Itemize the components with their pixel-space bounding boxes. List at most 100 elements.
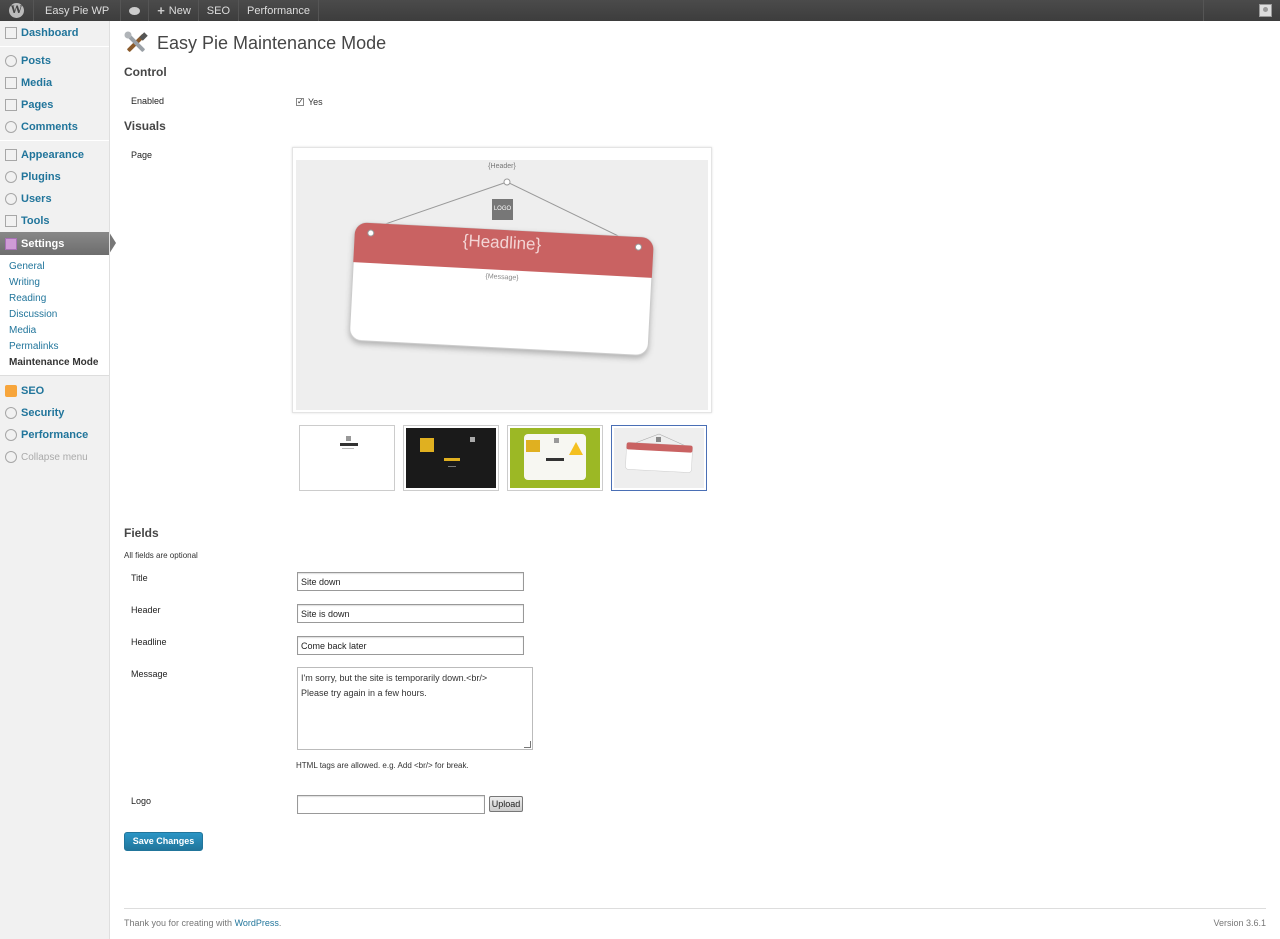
plus-icon: + [157, 3, 165, 18]
enabled-checkbox-row: ✓ Yes [296, 97, 323, 107]
comments-link[interactable] [121, 0, 150, 21]
enabled-checkbox[interactable]: ✓ [296, 98, 304, 106]
header-input[interactable] [297, 604, 524, 623]
sidebar-item-appearance[interactable]: Appearance [0, 144, 109, 166]
sidebar-item-label: Appearance [21, 149, 84, 161]
theme-thumbnail-dark[interactable] [403, 425, 499, 491]
save-changes-button[interactable]: Save Changes [124, 832, 203, 851]
shield-icon [5, 407, 17, 419]
theme-thumbnails [299, 425, 715, 491]
theme-thumbnail-hanging-sign[interactable] [611, 425, 707, 491]
preview-logo-text: LOGO [493, 206, 512, 212]
pin-icon [5, 55, 17, 67]
sidebar-item-label: Performance [21, 429, 89, 441]
header-label: Header [131, 605, 161, 615]
media-icon [5, 77, 17, 89]
fields-optional-note: All fields are optional [124, 551, 198, 560]
sidebar-item-label: Media [21, 77, 53, 89]
submenu-item-writing[interactable]: Writing [0, 275, 109, 291]
comment-bubble-icon [129, 6, 141, 15]
visuals-heading: Visuals [124, 119, 166, 133]
control-heading: Control [124, 65, 167, 79]
enabled-checkbox-label: Yes [308, 97, 323, 107]
collapse-menu-label: Collapse menu [21, 451, 88, 463]
logo-label: Logo [131, 796, 152, 806]
tools-icon [124, 31, 148, 55]
wordpress-logo-menu[interactable]: W [0, 0, 34, 21]
submenu-item-maintenance-mode[interactable]: Maintenance Mode [0, 355, 109, 371]
settings-submenu: General Writing Reading Discussion Media… [0, 255, 109, 376]
page-label: Page [131, 150, 153, 160]
menu-separator [0, 140, 109, 141]
dashboard-icon [5, 27, 17, 39]
menu-separator [0, 46, 109, 47]
admin-sidebar: Dashboard Posts Media Pages Comments App… [0, 21, 116, 939]
submenu-item-reading[interactable]: Reading [0, 291, 109, 307]
plug-icon [5, 171, 17, 183]
sidebar-item-label: Settings [21, 237, 65, 250]
new-content-menu[interactable]: + New [149, 0, 199, 21]
sidebar-item-dashboard[interactable]: Dashboard [0, 22, 109, 44]
account-menu[interactable] [1203, 0, 1280, 21]
message-textarea[interactable]: I'm sorry, but the site is temporarily d… [297, 667, 533, 750]
avatar [1259, 4, 1272, 17]
theme-thumbnail-minimal-image [302, 428, 392, 488]
sidebar-item-comments[interactable]: Comments [0, 116, 109, 138]
sidebar-item-tools[interactable]: Tools [0, 210, 109, 232]
footer: Thank you for creating with WordPress. V… [124, 908, 1266, 928]
preview-canvas: {Header} LOGO {Headline} {Message} [296, 160, 708, 410]
enabled-label: Enabled [131, 96, 165, 106]
message-hint: HTML tags are allowed. e.g. Add <br/> fo… [296, 761, 469, 770]
upload-button[interactable]: Upload [489, 796, 523, 812]
submenu-item-media[interactable]: Media [0, 323, 109, 339]
admin-bar: W Easy Pie WP + New SEO Performance [0, 0, 1280, 21]
seo-icon [5, 385, 17, 397]
sidebar-item-plugins[interactable]: Plugins [0, 166, 109, 188]
footer-thanks-suffix: . [278, 918, 282, 928]
sidebar-item-label: Tools [21, 215, 50, 227]
appearance-icon [5, 149, 17, 161]
tools-icon [5, 215, 17, 227]
performance-menu[interactable]: Performance [239, 0, 320, 21]
sidebar-item-pages[interactable]: Pages [0, 94, 109, 116]
sidebar-item-label: Comments [21, 121, 78, 133]
theme-thumbnail-green-image [510, 428, 600, 488]
page-header: Easy Pie Maintenance Mode [124, 31, 386, 55]
site-name-link[interactable]: Easy Pie WP [34, 0, 122, 21]
footer-thanks: Thank you for creating with WordPress. [124, 918, 281, 928]
message-label: Message [131, 669, 168, 679]
theme-thumbnail-green[interactable] [507, 425, 603, 491]
seo-menu[interactable]: SEO [199, 0, 240, 21]
sidebar-item-security[interactable]: Security [0, 402, 109, 424]
title-label: Title [131, 573, 148, 583]
submenu-item-discussion[interactable]: Discussion [0, 307, 109, 323]
footer-thanks-prefix: Thank you for creating with [124, 918, 235, 928]
page-title: Easy Pie Maintenance Mode [157, 32, 387, 53]
theme-thumbnail-minimal[interactable] [299, 425, 395, 491]
sidebar-item-label: Pages [21, 99, 54, 111]
wordpress-logo-icon: W [9, 3, 24, 18]
sidebar-item-settings[interactable]: Settings [0, 232, 116, 255]
collapse-menu-button[interactable]: Collapse menu [0, 446, 109, 468]
sidebar-item-label: Users [21, 193, 52, 205]
logo-url-input[interactable] [297, 795, 485, 814]
preview-header-text: {Header} [488, 163, 516, 170]
sidebar-item-performance[interactable]: Performance [0, 424, 109, 446]
sidebar-item-users[interactable]: Users [0, 188, 109, 210]
new-label: New [168, 4, 191, 17]
sidebar-item-seo[interactable]: SEO [0, 380, 109, 402]
wordpress-link[interactable]: WordPress [235, 918, 279, 928]
sidebar-item-posts[interactable]: Posts [0, 50, 109, 72]
pages-icon [5, 99, 17, 111]
sidebar-item-label: Plugins [21, 171, 61, 183]
headline-label: Headline [131, 637, 167, 647]
collapse-arrow-icon [5, 451, 17, 463]
headline-input[interactable] [297, 636, 524, 655]
submenu-item-permalinks[interactable]: Permalinks [0, 339, 109, 355]
version-text: Version 3.6.1 [1213, 918, 1266, 928]
settings-icon [5, 237, 17, 250]
submenu-item-general[interactable]: General [0, 259, 109, 275]
sidebar-item-media[interactable]: Media [0, 72, 109, 94]
theme-preview: {Header} LOGO {Headline} {Message} [292, 147, 712, 413]
title-input[interactable] [297, 572, 524, 591]
